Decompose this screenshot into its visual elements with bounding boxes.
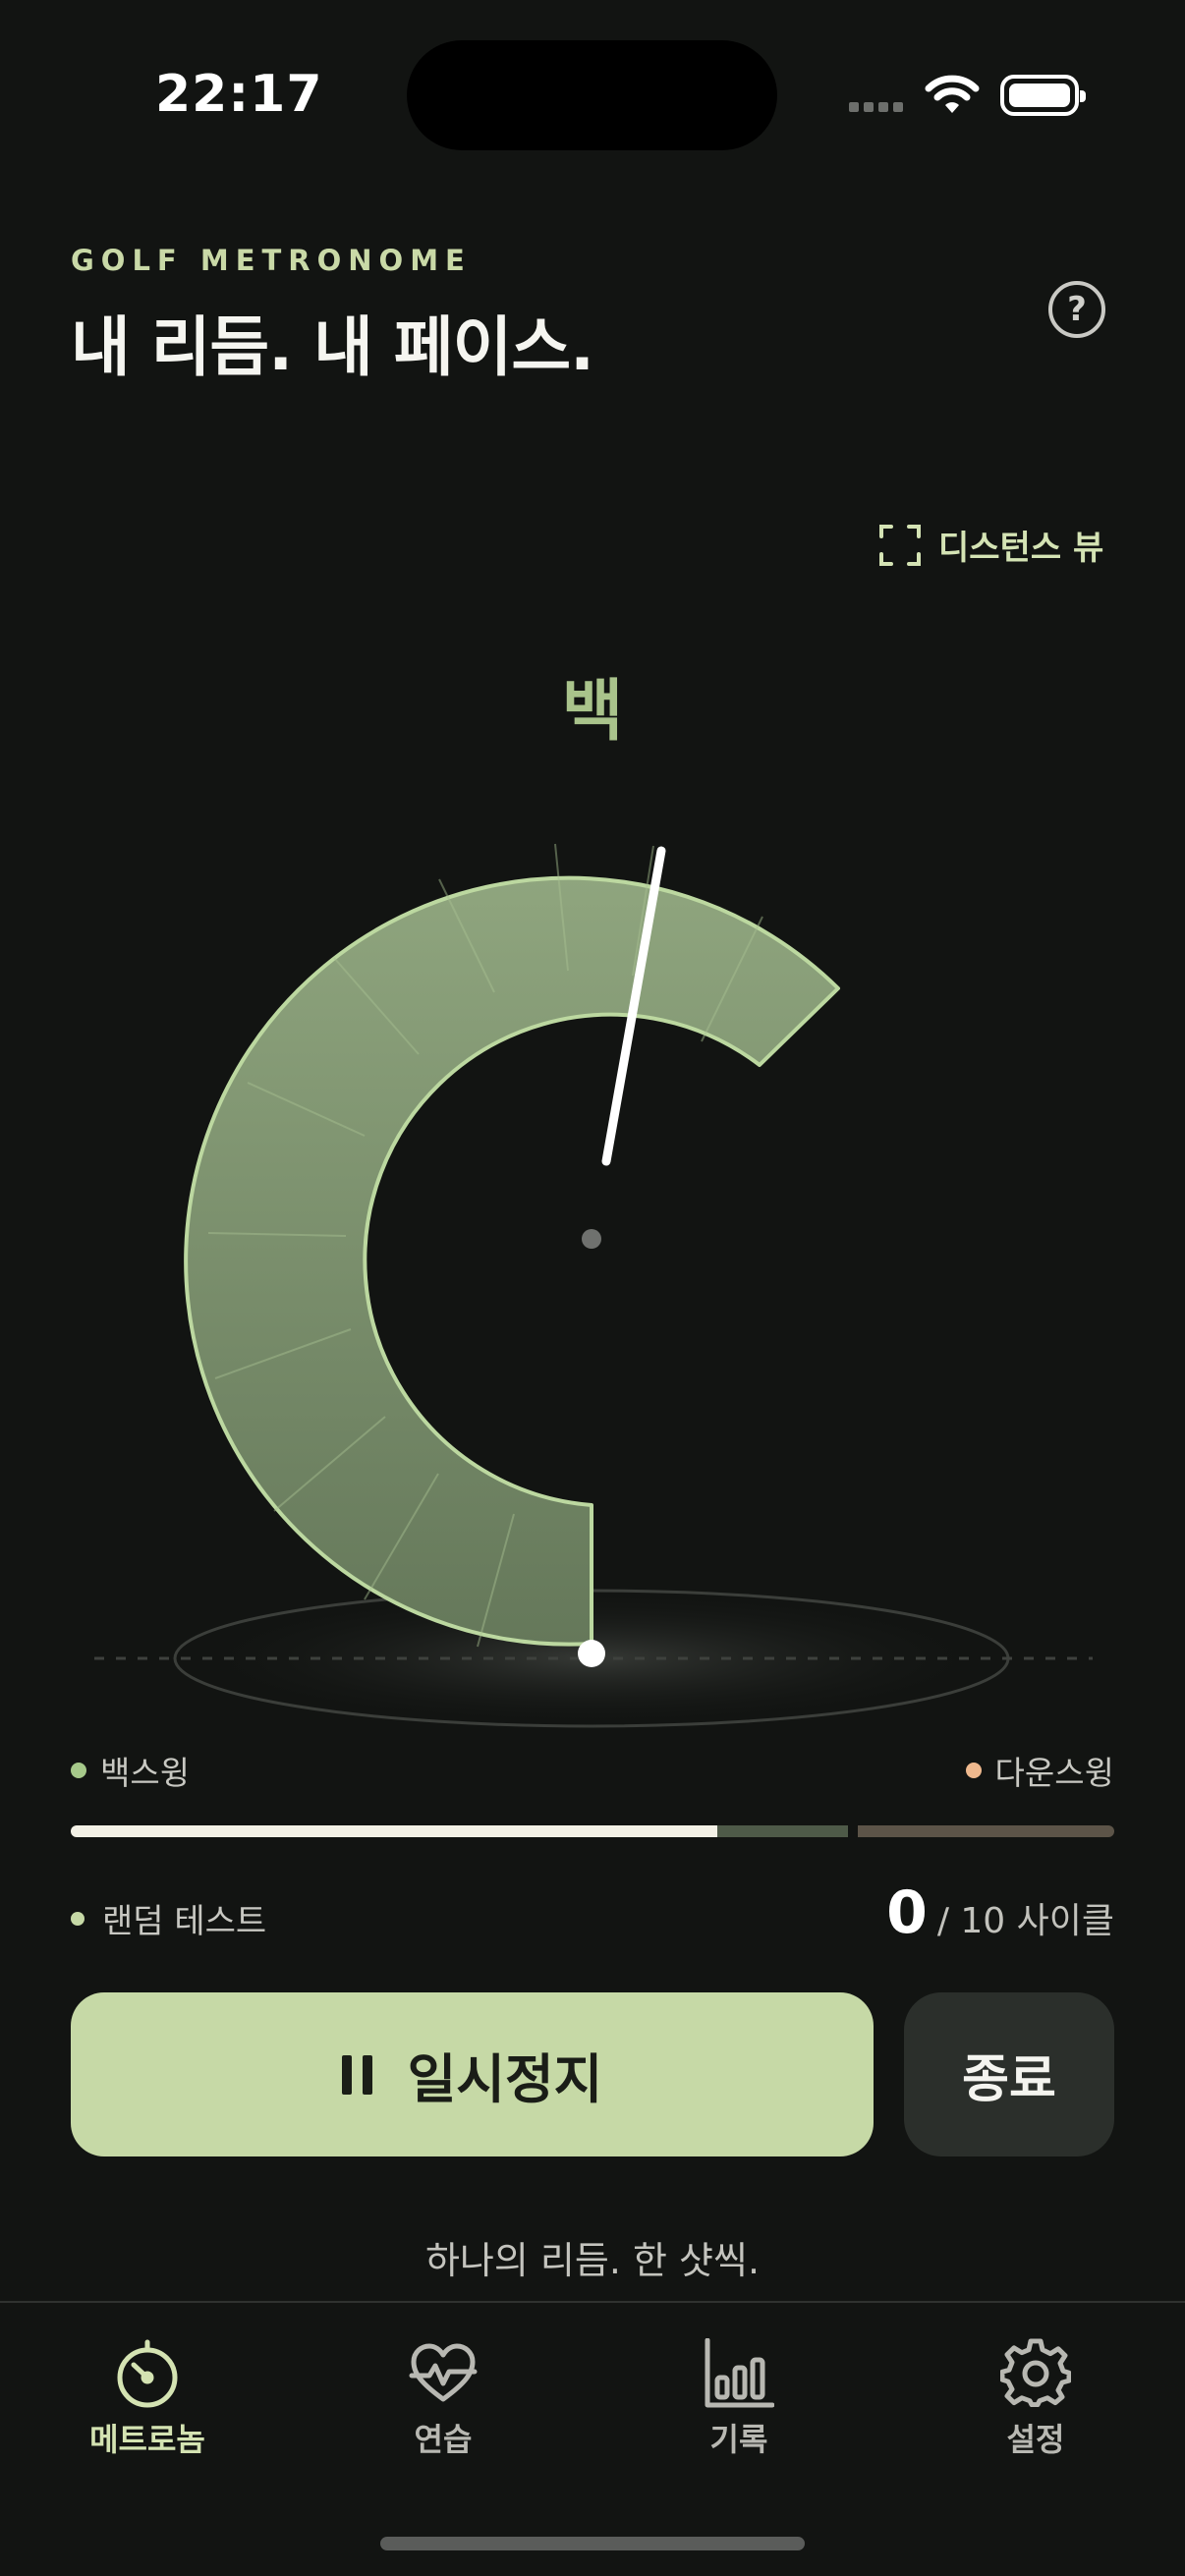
random-test-indicator: 랜덤 테스트: [71, 1894, 266, 1942]
pivot-dot: [582, 1229, 601, 1249]
tab-settings[interactable]: 설정: [937, 2338, 1134, 2460]
bar-chart-icon: [705, 2338, 774, 2408]
swing-progress-bar: [71, 1825, 1114, 1837]
question-circle-icon: ?: [1067, 290, 1087, 329]
tab-label: 메트로놈: [89, 2421, 205, 2458]
distance-view-label: 디스턴스 뷰: [938, 529, 1104, 568]
focus-frame-icon: [879, 524, 921, 566]
end-label: 종료: [962, 2050, 1056, 2109]
random-test-label: 랜덤 테스트: [102, 1902, 267, 1941]
legend-downswing: 다운스윙: [965, 1747, 1114, 1794]
backswing-dot: [71, 1763, 86, 1778]
legend-downswing-label: 다운스윙: [994, 1754, 1114, 1792]
metronome-gauge-icon: [117, 2339, 178, 2408]
gear-icon: [1000, 2338, 1071, 2408]
status-time: 22:17: [155, 65, 323, 124]
tabbar-divider: [0, 2301, 1185, 2303]
dynamic-island: [407, 40, 777, 150]
tagline: 하나의 리듬. 한 샷씩.: [424, 2239, 761, 2282]
help-button[interactable]: ?: [1048, 281, 1105, 338]
cycle-total: / 10 사이클: [936, 1901, 1114, 1941]
progress-backswing-filled: [71, 1825, 717, 1837]
battery-icon: [1000, 75, 1086, 116]
swing-phase-label: 백: [561, 673, 624, 751]
random-test-dot: [71, 1911, 85, 1926]
progress-backswing-remaining: [717, 1825, 848, 1837]
pause-button[interactable]: 일시정지: [71, 1992, 874, 2156]
wifi-icon: [925, 75, 980, 113]
legend-backswing-label: 백스윙: [100, 1754, 191, 1792]
tab-records[interactable]: 기록: [641, 2338, 837, 2460]
downswing-dot: [965, 1763, 982, 1778]
cellular-signal-icon: [849, 102, 903, 112]
heart-pulse-icon: [409, 2343, 478, 2402]
pause-icon: [341, 2054, 372, 2095]
backswing-arc: [184, 875, 840, 1647]
progress-downswing: [858, 1825, 1114, 1837]
app-eyebrow: GOLF METRONOME: [71, 244, 472, 277]
pause-label: 일시정지: [407, 2048, 603, 2110]
tab-label: 기록: [709, 2421, 768, 2458]
cycle-current: 0: [886, 1878, 928, 1947]
address-position-dot: [578, 1640, 605, 1667]
cycle-counter: 0 / 10 사이클: [886, 1878, 1114, 1947]
swing-dial: [94, 843, 1093, 1728]
distance-view-button[interactable]: 디스턴스 뷰: [879, 521, 1103, 569]
end-button[interactable]: 종료: [904, 1992, 1114, 2156]
tab-metronome[interactable]: 메트로놈: [49, 2338, 246, 2460]
home-indicator: [380, 2537, 805, 2550]
tab-label: 설정: [1006, 2421, 1065, 2458]
tab-practice[interactable]: 연습: [345, 2338, 541, 2460]
tab-label: 연습: [414, 2421, 473, 2458]
legend-backswing: 백스윙: [71, 1747, 190, 1794]
page-title: 내 리듬. 내 페이스.: [71, 309, 594, 385]
